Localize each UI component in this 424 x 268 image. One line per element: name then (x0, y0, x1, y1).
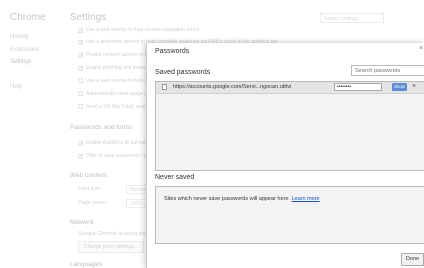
site-url: https://accounts.google.com/Servi...ngoc… (173, 84, 292, 90)
close-icon[interactable]: × (417, 45, 424, 52)
list-item[interactable]: https://accounts.google.com/Servi...ngoc… (156, 82, 424, 94)
saved-passwords-heading: Saved passwords (155, 69, 211, 76)
learn-more-link[interactable]: Learn more (291, 196, 319, 202)
remove-entry-icon[interactable]: × (412, 82, 416, 92)
done-button[interactable]: Done (401, 253, 424, 266)
saved-passwords-list: https://accounts.google.com/Servi...ngoc… (155, 81, 424, 171)
show-password-button[interactable]: Show (392, 83, 407, 91)
passwords-dialog: Passwords × Saved passwords https://acco… (146, 43, 424, 268)
page-icon (162, 84, 167, 90)
password-field[interactable]: •••••••• (334, 83, 382, 91)
search-passwords-input[interactable] (351, 65, 424, 76)
never-saved-message: Sites which never save passwords will ap… (164, 196, 320, 202)
never-saved-list: Sites which never save passwords will ap… (155, 186, 424, 244)
never-saved-heading: Never saved (155, 174, 195, 181)
dialog-title: Passwords (155, 48, 190, 55)
